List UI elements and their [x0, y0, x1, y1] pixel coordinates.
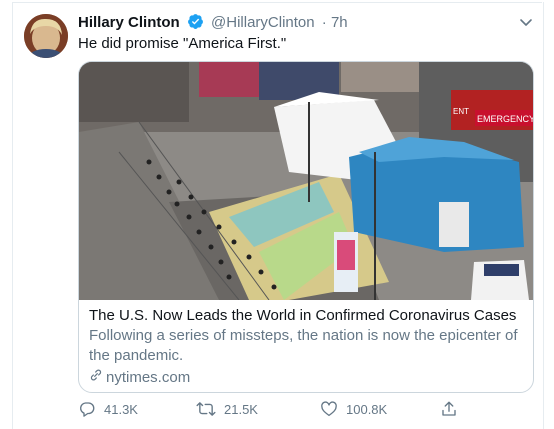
retweet-count: 21.5K: [224, 401, 258, 417]
share-icon: [440, 400, 458, 418]
card-description: Following a series of missteps, the nati…: [89, 327, 518, 364]
timeline-left-border: [12, 2, 13, 429]
reply-count: 41.3K: [104, 401, 138, 417]
tweet-header: Hillary Clinton @HillaryClinton · 7h: [78, 12, 534, 34]
avatar-photo: [24, 14, 68, 58]
chevron-down-icon[interactable]: [518, 14, 534, 37]
card-image: ENT EMERGENCY: [79, 62, 533, 300]
tweet-text: He did promise "America First.": [78, 35, 287, 52]
image-sign-text: ENT: [453, 107, 469, 116]
like-icon: [320, 400, 338, 418]
tweet-timestamp[interactable]: · 7h: [322, 14, 348, 31]
like-count: 100.8K: [346, 401, 388, 417]
card-domain-text: nytimes.com: [106, 369, 191, 386]
retweet-icon: [196, 400, 216, 418]
share-button[interactable]: [440, 400, 458, 418]
reply-icon: [78, 400, 96, 418]
card-body: The U.S. Now Leads the World in Confirme…: [89, 306, 523, 388]
card-title: The U.S. Now Leads the World in Confirme…: [89, 307, 517, 324]
link-icon: [89, 368, 103, 388]
tweet-top-divider: [12, 2, 542, 3]
display-name[interactable]: Hillary Clinton: [78, 14, 180, 31]
user-handle[interactable]: @HillaryClinton: [211, 14, 315, 31]
timeline-right-border: [543, 2, 544, 429]
tweet-actions: 41.3K 21.5K 100.8K: [78, 400, 532, 420]
reply-button[interactable]: 41.3K: [78, 400, 138, 418]
card-domain[interactable]: nytimes.com: [89, 368, 523, 388]
avatar[interactable]: [24, 14, 68, 58]
link-card[interactable]: ENT EMERGENCY The U.S. Now Leads the Wor…: [78, 61, 534, 393]
retweet-button[interactable]: 21.5K: [196, 400, 258, 418]
image-emergency-sign: EMERGENCY: [477, 114, 533, 124]
like-button[interactable]: 100.8K: [320, 400, 387, 418]
